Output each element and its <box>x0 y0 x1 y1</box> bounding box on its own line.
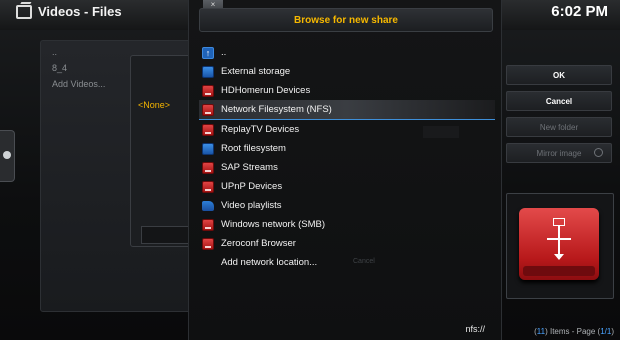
dialog-header: Browse for new share <box>199 8 493 32</box>
current-path: nfs:// <box>465 324 485 334</box>
list-item-label: Windows network (SMB) <box>221 219 325 230</box>
new-folder-button[interactable]: New folder <box>506 117 612 137</box>
mirror-image-label: Mirror image <box>536 148 582 158</box>
background-item-add-videos: Add Videos... <box>52 79 106 89</box>
network-drive-icon <box>202 161 214 174</box>
list-item-label: External storage <box>221 66 291 77</box>
list-item-smb[interactable]: Windows network (SMB) <box>199 215 495 234</box>
window-title-text: Videos - Files <box>38 4 122 19</box>
network-drive-icon <box>202 84 214 97</box>
list-item-label: Video playlists <box>221 200 282 211</box>
page-number: 1/1 <box>600 327 612 336</box>
folder-icon <box>202 200 214 211</box>
browse-dialog: × Browse for new share ↑ .. External sto… <box>188 0 502 340</box>
list-item-label: ReplayTV Devices <box>221 124 300 135</box>
background-item-8-4: 8_4 <box>52 63 68 73</box>
list-item-label: SAP Streams <box>221 162 278 173</box>
items-page-status: (11) Items - Page (1/1) <box>534 327 614 336</box>
dialog-title: Browse for new share <box>294 14 398 26</box>
ok-button[interactable]: OK <box>506 65 612 85</box>
background-selected-value: <None> <box>138 100 171 110</box>
list-item-label: Network Filesystem (NFS) <box>221 104 332 115</box>
toggle-icon <box>594 148 603 157</box>
list-item-add-network-location[interactable]: Add network location... <box>199 253 495 272</box>
side-menu-tab[interactable] <box>0 130 15 182</box>
list-item-label: HDHomerun Devices <box>221 85 311 96</box>
list-item-sap-streams[interactable]: SAP Streams <box>199 158 495 177</box>
list-item-label: Zeroconf Browser <box>221 238 296 249</box>
items-count: 11 <box>536 327 546 336</box>
network-drive-icon <box>202 237 214 250</box>
side-menu-dot-icon <box>3 151 11 159</box>
list-item-nfs[interactable]: Network Filesystem (NFS) <box>199 100 495 120</box>
list-item-root-filesystem[interactable]: Root filesystem <box>199 139 495 158</box>
network-symbol-icon <box>547 218 571 262</box>
cancel-button[interactable]: Cancel <box>506 91 612 111</box>
list-item-label: .. <box>221 47 227 58</box>
list-item-video-playlists[interactable]: Video playlists <box>199 196 495 215</box>
list-item-parent[interactable]: ↑ .. <box>199 43 495 62</box>
background-field <box>141 226 193 244</box>
list-item-upnp[interactable]: UPnP Devices <box>199 177 495 196</box>
background-list: .. 8_4 Add Videos... <box>52 44 105 92</box>
list-item-label: Root filesystem <box>221 143 286 154</box>
share-preview-image <box>506 193 614 299</box>
hard-drive-blue-icon <box>202 142 214 155</box>
video-icon <box>16 4 32 19</box>
list-item-label: UPnP Devices <box>221 181 283 192</box>
clock: 6:02 PM <box>551 3 608 20</box>
mirror-image-button[interactable]: Mirror image <box>506 143 612 163</box>
list-item-external-storage[interactable]: External storage <box>199 62 495 81</box>
window-title: Videos - Files <box>16 4 122 19</box>
up-arrow-icon: ↑ <box>202 46 214 59</box>
network-drive-icon <box>202 218 214 231</box>
list-item-replaytv[interactable]: ReplayTV Devices <box>199 120 495 139</box>
list-item-hdhomerun[interactable]: HDHomerun Devices <box>199 81 495 100</box>
network-drive-large-icon <box>519 208 599 280</box>
background-item-parent: .. <box>52 47 58 57</box>
list-item-zeroconf[interactable]: Zeroconf Browser <box>199 234 495 253</box>
ghost-cancel-label: Cancel <box>353 258 375 265</box>
network-drive-icon <box>202 180 214 193</box>
source-list: ↑ .. External storage HDHomerun Devices … <box>199 43 495 272</box>
network-drive-icon <box>202 123 214 136</box>
network-drive-icon <box>202 103 214 116</box>
list-item-label: Add network location... <box>221 257 318 268</box>
hard-drive-blue-icon <box>202 65 214 78</box>
